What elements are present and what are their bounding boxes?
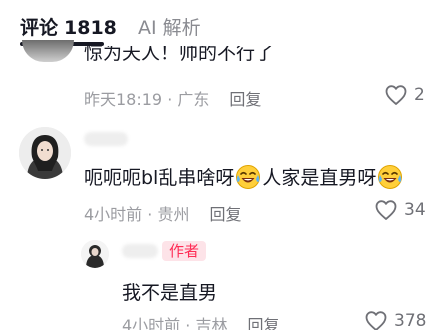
comment-text: 呃呃呃bl乱串啥呀 人家是直男呀 (84, 163, 404, 190)
laughing-crying-emoji (378, 164, 403, 189)
like-button[interactable]: 378 (364, 310, 426, 330)
comment-text-part: 呃呃呃bl乱串啥呀 (84, 167, 235, 189)
comment-location: 吉林 (195, 316, 228, 330)
comment-time: 昨天18:19 (84, 90, 163, 109)
tab-comments-label: 评论 (20, 17, 59, 39)
comment-meta: 昨天18:19 · 广东 回复 (84, 86, 261, 110)
reply-button[interactable]: 回复 (209, 205, 241, 224)
comment-text-part: 人家是直男呀 (262, 167, 377, 189)
comment-meta: 4小时前 · 吉林 回复 (122, 312, 279, 330)
avatar-image (81, 240, 109, 268)
comment-meta: 4小时前 · 贵州 回复 (84, 201, 241, 225)
comment-text: 惊为天人！帅的不行了 (84, 46, 275, 64)
like-count: 2 (414, 85, 425, 105)
reply-text: 我不是直男 (122, 282, 218, 304)
heart-outline-icon (385, 85, 407, 105)
heart-outline-icon (375, 200, 397, 220)
tab-ai-analysis[interactable]: AI 解析 (138, 13, 201, 40)
like-count: 34 (404, 200, 426, 220)
comment-location: 广东 (177, 90, 210, 109)
like-button[interactable]: 34 (374, 199, 426, 221)
avatar[interactable] (19, 127, 71, 179)
username-blurred[interactable] (84, 132, 128, 146)
avatar[interactable] (81, 240, 109, 268)
laughing-crying-emoji (236, 164, 261, 189)
reply-button[interactable]: 回复 (229, 90, 261, 109)
avatar[interactable] (22, 40, 74, 62)
comment-count: 1818 (64, 17, 117, 39)
like-count: 378 (394, 311, 427, 330)
like-button[interactable]: 2 (384, 84, 425, 106)
comment-location: 贵州 (157, 205, 190, 224)
meta-dot: · (180, 316, 196, 330)
avatar-image (19, 127, 71, 179)
meta-dot: · (162, 90, 178, 109)
author-badge: 作者 (162, 241, 207, 261)
username-blurred[interactable] (122, 244, 158, 258)
meta-dot: · (142, 205, 158, 224)
reply-button[interactable]: 回复 (247, 316, 279, 330)
comment-time: 4小时前 (84, 205, 143, 224)
comment-panel: 评论 1818 AI 解析 惊为天人！帅的不行了 昨天18:19 · 广东 回复 2… (0, 0, 440, 330)
tab-comments[interactable]: 评论 1818 (20, 13, 117, 40)
comment-time: 4小时前 (122, 316, 181, 330)
heart-outline-icon (365, 311, 387, 330)
